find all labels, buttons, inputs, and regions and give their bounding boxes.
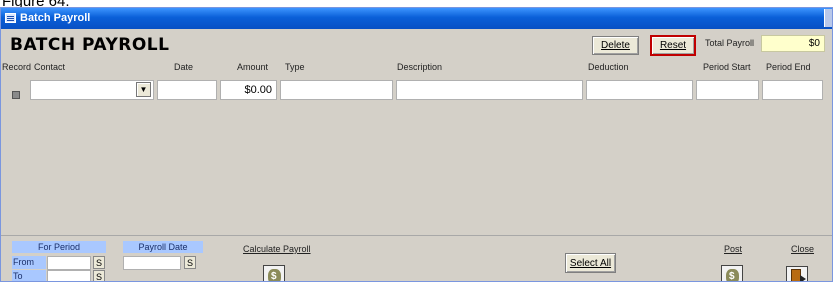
total-payroll-field: $0 bbox=[761, 35, 825, 52]
calculate-payroll-label: Calculate Payroll bbox=[243, 244, 311, 254]
from-date-field[interactable] bbox=[47, 256, 91, 270]
post-button[interactable] bbox=[721, 265, 743, 281]
payroll-date-label: Payroll Date bbox=[123, 241, 203, 253]
to-date-field[interactable] bbox=[47, 270, 91, 281]
from-date-picker-button[interactable]: S bbox=[93, 256, 105, 269]
date-field[interactable] bbox=[157, 80, 217, 100]
window-control-button[interactable] bbox=[824, 9, 832, 27]
record-selector-icon[interactable] bbox=[12, 91, 20, 99]
batch-payroll-window: Batch Payroll BATCH PAYROLL Delete Reset… bbox=[0, 7, 833, 282]
amount-field[interactable]: $0.00 bbox=[220, 80, 277, 100]
reset-button[interactable]: Reset bbox=[650, 35, 696, 56]
payroll-date-picker-button[interactable]: S bbox=[184, 256, 196, 269]
arrow-right-icon bbox=[800, 275, 806, 281]
select-all-button[interactable]: Select All bbox=[565, 253, 616, 273]
to-label: To bbox=[12, 270, 46, 281]
column-header-description: Description bbox=[397, 62, 443, 72]
column-header-contact: Contact bbox=[34, 62, 66, 72]
from-label: From bbox=[12, 256, 46, 269]
close-button[interactable] bbox=[786, 266, 808, 281]
column-header-amount: Amount bbox=[237, 62, 269, 72]
column-header-period-end: Period End bbox=[766, 62, 811, 72]
footer-divider bbox=[1, 235, 832, 236]
deduction-field[interactable] bbox=[586, 80, 693, 100]
column-header-record: Record bbox=[2, 62, 32, 72]
column-header-date: Date bbox=[174, 62, 194, 72]
description-field[interactable] bbox=[396, 80, 583, 100]
period-end-field[interactable] bbox=[762, 80, 823, 100]
money-bag-icon bbox=[268, 269, 281, 281]
delete-button[interactable]: Delete bbox=[592, 36, 639, 55]
for-period-label: For Period bbox=[12, 241, 106, 253]
form-icon bbox=[5, 13, 16, 23]
close-label: Close bbox=[791, 244, 815, 254]
column-header-period-start: Period Start bbox=[703, 62, 751, 72]
payroll-date-field[interactable] bbox=[123, 256, 181, 270]
post-label: Post bbox=[724, 244, 743, 254]
column-header-type: Type bbox=[285, 62, 305, 72]
period-start-field[interactable] bbox=[696, 80, 759, 100]
chevron-down-icon[interactable]: ▼ bbox=[136, 82, 151, 97]
title-bar: Batch Payroll bbox=[1, 8, 832, 29]
column-header-deduction: Deduction bbox=[588, 62, 629, 72]
type-field[interactable] bbox=[280, 80, 393, 100]
batch-payroll-form: BATCH PAYROLL Delete Reset Total Payroll… bbox=[1, 29, 832, 281]
window-title: Batch Payroll bbox=[20, 12, 91, 24]
to-date-picker-button[interactable]: S bbox=[93, 270, 105, 281]
page-title: BATCH PAYROLL bbox=[10, 35, 170, 55]
calculate-payroll-button[interactable] bbox=[263, 265, 285, 281]
total-payroll-label: Total Payroll bbox=[705, 38, 755, 48]
money-bag-icon bbox=[726, 269, 739, 281]
